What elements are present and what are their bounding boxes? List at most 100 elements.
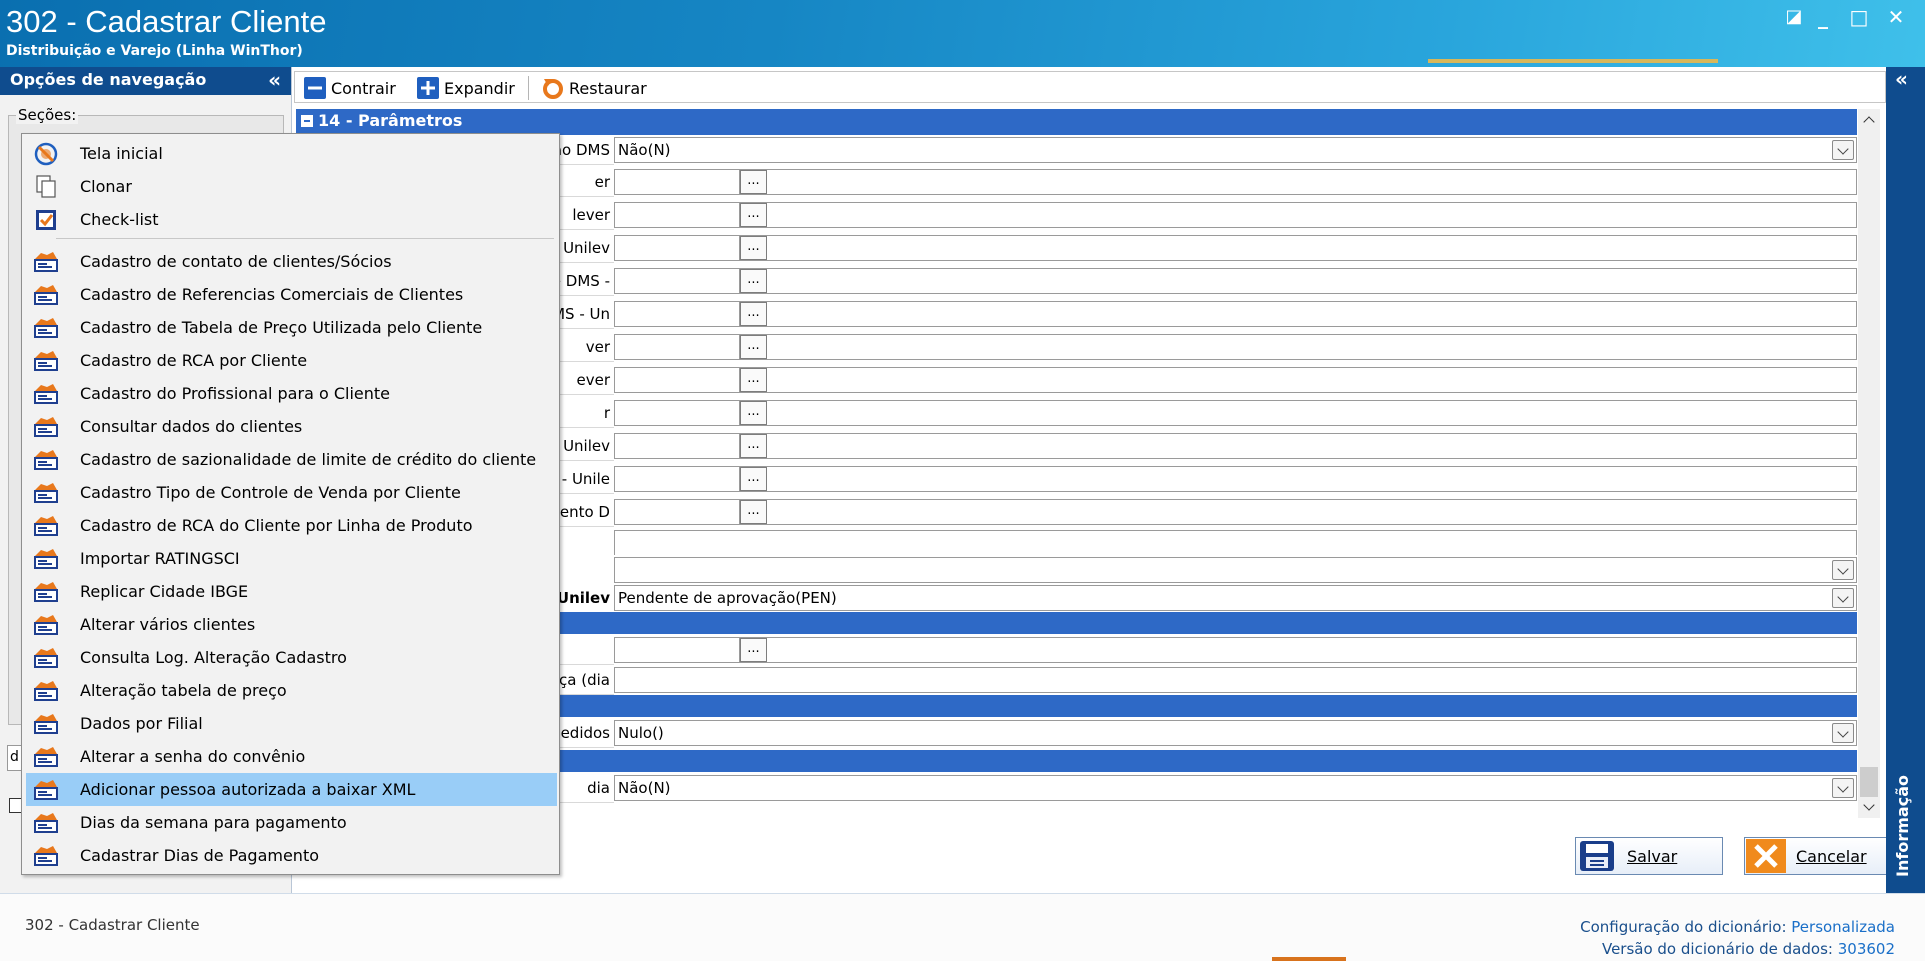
menu-item[interactable]: Cadastro de RCA do Cliente por Linha de … (26, 509, 557, 542)
close-button[interactable]: ✕ (1885, 4, 1907, 30)
collapse-nav-icon[interactable]: « (268, 68, 281, 92)
vertical-scrollbar[interactable] (1858, 109, 1880, 818)
parameter-lookup-field[interactable]: ... (614, 169, 1857, 195)
menu-item[interactable]: Alteração tabela de preço (26, 674, 557, 707)
lookup-input[interactable] (615, 434, 740, 458)
maximize-button[interactable]: □ (1848, 4, 1870, 30)
parameter-lookup-field[interactable]: ... (614, 466, 1857, 492)
scroll-up-icon[interactable] (1861, 112, 1877, 128)
ellipsis-button[interactable]: ... (740, 500, 767, 524)
routine-icon (32, 646, 60, 670)
menu-item[interactable]: Importar RATINGSCI (26, 542, 557, 575)
ellipsis-button[interactable]: ... (740, 638, 767, 662)
parameter-lookup-field[interactable]: ... (614, 400, 1857, 426)
chevron-down-icon[interactable] (1832, 588, 1854, 608)
menu-item[interactable]: Cadastro de RCA por Cliente (26, 344, 557, 377)
menu-item[interactable]: Cadastrar Dias de Pagamento (26, 839, 557, 872)
scroll-thumb[interactable] (1860, 767, 1878, 797)
routine-icon (32, 580, 60, 604)
ellipsis-button[interactable]: ... (740, 269, 767, 293)
routine-icon (32, 448, 60, 472)
minimize-button[interactable]: _ (1812, 4, 1834, 30)
parameter-lookup-field[interactable]: ... (614, 334, 1857, 360)
parameter-lookup-field[interactable]: ... (614, 202, 1857, 228)
lookup-input[interactable] (615, 500, 740, 524)
chevron-down-icon[interactable] (1832, 723, 1854, 743)
ellipsis-button[interactable]: ... (740, 368, 767, 392)
routine-icon (32, 283, 60, 307)
parameter-dropdown[interactable]: Não(N) (614, 775, 1857, 801)
cancel-button[interactable]: Cancelar (1744, 837, 1892, 875)
info-label[interactable]: Informação (1893, 775, 1912, 877)
config-value[interactable]: Personalizada (1791, 918, 1895, 936)
parameter-lookup-field[interactable]: ... (614, 499, 1857, 525)
menu-item[interactable]: Clonar (26, 170, 557, 203)
section-header[interactable]: 14 - Parâmetros (296, 109, 1857, 135)
section-collapse-icon[interactable] (301, 115, 313, 127)
lookup-input[interactable] (615, 236, 740, 260)
menu-item[interactable]: Cadastro de contato de clientes/Sócios (26, 245, 557, 278)
parameter-input[interactable] (614, 667, 1857, 693)
parameter-input[interactable] (614, 530, 1857, 556)
lookup-input[interactable] (615, 335, 740, 359)
lookup-input[interactable] (615, 638, 740, 662)
parameter-dropdown[interactable]: Pendente de aprovação(PEN) (614, 585, 1857, 611)
lookup-input[interactable] (615, 269, 740, 293)
ellipsis-button[interactable]: ... (740, 467, 767, 491)
ellipsis-button[interactable]: ... (740, 170, 767, 194)
lookup-input[interactable] (615, 368, 740, 392)
lookup-input[interactable] (615, 170, 740, 194)
ellipsis-button[interactable]: ... (740, 434, 767, 458)
menu-item[interactable]: Consulta Log. Alteração Cadastro (26, 641, 557, 674)
routine-icon (32, 481, 60, 505)
lookup-input[interactable] (615, 467, 740, 491)
expandir-button[interactable]: Expandir (417, 77, 515, 99)
menu-item[interactable]: Cadastro do Profissional para o Cliente (26, 377, 557, 410)
info-strip[interactable]: « Informação (1886, 67, 1925, 893)
parameter-value: Não(N) (618, 779, 671, 797)
menu-item[interactable]: Check-list (26, 203, 557, 236)
menu-item[interactable]: Tela inicial (26, 137, 557, 170)
parameter-lookup-field[interactable]: ... (614, 637, 1857, 663)
menu-item[interactable]: Alterar a senha do convênio (26, 740, 557, 773)
lookup-input[interactable] (615, 203, 740, 227)
menu-item[interactable]: Alterar vários clientes (26, 608, 557, 641)
parameter-dropdown[interactable]: Nulo() (614, 720, 1857, 746)
ellipsis-button[interactable]: ... (740, 335, 767, 359)
parameter-lookup-field[interactable]: ... (614, 367, 1857, 393)
menu-item[interactable]: Replicar Cidade IBGE (26, 575, 557, 608)
ellipsis-button[interactable]: ... (740, 203, 767, 227)
menu-item[interactable]: Consultar dados do clientes (26, 410, 557, 443)
chevron-down-icon[interactable] (1832, 778, 1854, 798)
parameter-lookup-field[interactable]: ... (614, 268, 1857, 294)
ellipsis-button[interactable]: ... (740, 302, 767, 326)
parameter-dropdown[interactable] (614, 557, 1857, 583)
parameter-lookup-field[interactable]: ... (614, 433, 1857, 459)
expand-info-icon[interactable]: « (1895, 67, 1908, 91)
menu-item[interactable]: Cadastro de Tabela de Preço Utilizada pe… (26, 311, 557, 344)
menu-item[interactable]: Cadastro Tipo de Controle de Venda por C… (26, 476, 557, 509)
save-button[interactable]: Salvar (1575, 837, 1723, 875)
lookup-input[interactable] (615, 401, 740, 425)
chevron-down-icon[interactable] (1832, 560, 1854, 580)
ellipsis-button[interactable]: ... (740, 401, 767, 425)
restaurar-button[interactable]: Restaurar (542, 77, 647, 99)
contrair-button[interactable]: Contrair (304, 77, 396, 99)
lookup-input[interactable] (615, 302, 740, 326)
menu-item[interactable]: Adicionar pessoa autorizada a baixar XML (26, 773, 557, 806)
menu-item[interactable]: Cadastro de Referencias Comerciais de Cl… (26, 278, 557, 311)
chevron-down-icon[interactable] (1832, 140, 1854, 160)
menu-item-label: Tela inicial (80, 144, 163, 163)
menu-item[interactable]: Dados por Filial (26, 707, 557, 740)
toolbar-separator (528, 76, 529, 100)
window-subtitle: Distribuição e Varejo (Linha WinThor) (6, 43, 303, 59)
scroll-down-icon[interactable] (1861, 799, 1877, 815)
parameter-lookup-field[interactable]: ... (614, 301, 1857, 327)
version-label: Versão do dicionário de dados: (1601, 940, 1833, 958)
restore-layout-icon[interactable]: ◪ (1783, 4, 1805, 30)
parameter-lookup-field[interactable]: ... (614, 235, 1857, 261)
menu-item[interactable]: Dias da semana para pagamento (26, 806, 557, 839)
parameter-dropdown[interactable]: Não(N) (614, 137, 1857, 163)
menu-item[interactable]: Cadastro de sazionalidade de limite de c… (26, 443, 557, 476)
ellipsis-button[interactable]: ... (740, 236, 767, 260)
